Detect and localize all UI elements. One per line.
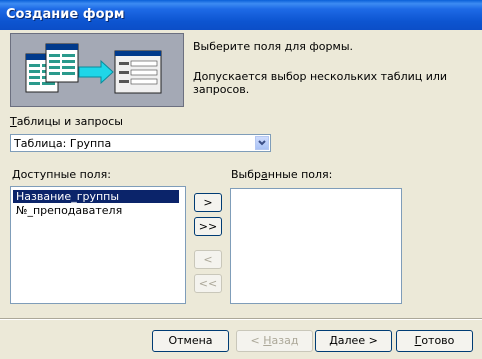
remove-field-button[interactable]: < xyxy=(194,250,222,269)
finish-button-rest: отово xyxy=(421,334,455,347)
selected-fields-label-rest: нные поля: xyxy=(267,168,333,181)
next-button-rest: алее > xyxy=(337,334,378,347)
form-wizard-dialog: Создание форм Выберите поля для формы. Д… xyxy=(0,0,482,359)
add-field-button[interactable]: > xyxy=(194,193,222,212)
next-button[interactable]: Далее > xyxy=(315,330,392,352)
available-fields-list[interactable]: Название_группы №_преподавателя xyxy=(10,186,186,304)
selected-fields-label: Выбранные поля: xyxy=(231,168,332,181)
source-label-hotkey: Т xyxy=(10,115,17,128)
finish-button[interactable]: Готово xyxy=(396,330,473,352)
back-button-hotkey: Н xyxy=(263,334,272,347)
chevron-down-icon xyxy=(258,140,266,146)
footer-divider xyxy=(0,318,482,320)
source-select-value: Таблица: Группа xyxy=(14,137,112,150)
cancel-button[interactable]: Отмена xyxy=(152,330,229,352)
wizard-prompt: Выберите поля для формы. xyxy=(193,40,353,53)
wizard-illustration xyxy=(10,33,184,107)
wizard-note: Допускается выбор нескольких таблиц или … xyxy=(193,70,448,96)
source-label-rest: аблицы и запросы xyxy=(16,115,123,128)
source-select-dropdown-button[interactable] xyxy=(255,136,269,150)
title-bar[interactable]: Создание форм xyxy=(0,0,482,30)
available-field-item[interactable]: №_преподавателя xyxy=(13,204,125,217)
next-button-hotkey: Д xyxy=(329,334,338,347)
selected-fields-label-prefix: Выбр xyxy=(231,168,261,181)
available-fields-label-hotkey: Д xyxy=(12,168,21,181)
add-all-fields-button[interactable]: >> xyxy=(194,217,222,236)
source-select[interactable]: Таблица: Группа xyxy=(10,134,271,152)
back-button-rest: азад xyxy=(271,334,299,347)
form-wizard-icon xyxy=(25,43,162,94)
window-title: Создание форм xyxy=(6,7,125,22)
back-button[interactable]: < Назад xyxy=(236,330,313,352)
back-button-prefix: < xyxy=(250,334,264,347)
available-field-item[interactable]: Название_группы xyxy=(13,190,179,203)
available-fields-label-rest: оступные поля: xyxy=(20,168,111,181)
remove-all-fields-button[interactable]: << xyxy=(194,274,222,293)
selected-fields-label-hotkey: а xyxy=(261,168,268,181)
selected-fields-list[interactable] xyxy=(230,188,402,304)
available-fields-label: Доступные поля: xyxy=(12,168,111,181)
source-label: Таблицы и запросы xyxy=(10,115,123,128)
